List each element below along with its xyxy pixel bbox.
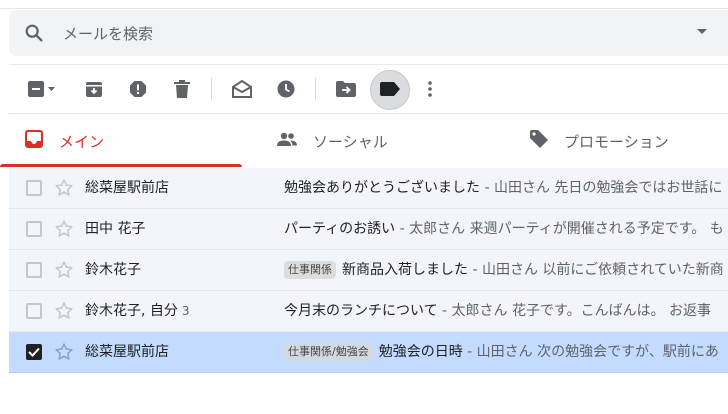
toolbar [0, 66, 728, 112]
snooze-icon [277, 80, 295, 98]
email-preview: 今月末のランチについて - 太郎さん 花子です。こんばんは。 お返事 [284, 303, 712, 319]
email-row-selected[interactable]: 総菜屋駅前店 仕事関係/勉強会 勉強会の日時 - 山田さん 次の勉強会ですが、駅前… [9, 332, 728, 373]
snippet: 山田さん 次の勉強会ですが、駅前にあ [476, 344, 719, 360]
email-preview: パーティのお誘い - 太郎さん 来週パーティが開催される予定です。 も [284, 221, 724, 237]
sender: 鈴木花子, 自分 3 [85, 303, 190, 319]
email-preview: 勉強会ありがとうございました - 山田さん 先日の勉強会ではお世話に [284, 180, 723, 196]
snippet: 太郎さん 来週パーティが開催される予定です。 も [409, 221, 724, 237]
snippet: 山田さん 以前にご依頼されていた新商 [481, 262, 724, 278]
report-spam-button[interactable] [124, 66, 152, 112]
mark-read-icon [232, 80, 252, 98]
toolbar-divider [211, 78, 212, 100]
people-icon [277, 132, 297, 150]
subject: 今月末のランチについて [284, 303, 438, 319]
row-checkbox[interactable] [26, 303, 42, 319]
thread-count: 3 [181, 304, 190, 318]
star-icon[interactable] [54, 301, 74, 321]
toolbar-divider [315, 78, 316, 100]
active-tab-indicator [0, 164, 242, 167]
subject: パーティのお誘い [284, 221, 396, 237]
delete-button[interactable] [168, 66, 196, 112]
sender: 田中 花子 [85, 221, 146, 237]
tab-label: ソーシャル [313, 132, 388, 151]
email-row[interactable]: 鈴木花子 仕事関係 新商品入荷しました - 山田さん 以前にご依頼されていた新商 [9, 250, 728, 291]
email-row[interactable]: 田中 花子 パーティのお誘い - 太郎さん 来週パーティが開催される予定です。 … [9, 209, 728, 250]
star-icon[interactable] [54, 342, 74, 362]
snippet: 山田さん 先日の勉強会ではお世話に [493, 180, 723, 196]
label-button[interactable] [376, 66, 404, 112]
search-bar [9, 10, 728, 58]
tab-promotions[interactable]: プロモーション [530, 114, 669, 168]
select-checkbox-icon [26, 80, 56, 98]
row-checkbox-checked[interactable] [26, 344, 42, 360]
more-vert-icon [428, 81, 432, 97]
row-checkbox[interactable] [26, 262, 42, 278]
email-preview: 仕事関係 新商品入荷しました - 山田さん 以前にご依頼されていた新商 [284, 250, 728, 290]
divider [9, 64, 728, 65]
inbox-icon [25, 130, 43, 152]
tab-label: メイン [59, 132, 105, 151]
sender: 総菜屋駅前店 [85, 180, 169, 196]
archive-icon [85, 80, 103, 98]
email-row[interactable]: 鈴木花子, 自分 3 今月末のランチについて - 太郎さん 花子です。こんばんは。… [9, 291, 728, 332]
select-all-button[interactable] [22, 66, 60, 112]
tag-icon [530, 130, 548, 152]
tab-label: プロモーション [564, 132, 669, 151]
star-icon[interactable] [54, 219, 74, 239]
sender: 鈴木花子 [85, 262, 141, 278]
delete-icon [174, 80, 190, 98]
subject: 勉強会の日時 [378, 344, 463, 360]
star-icon[interactable] [54, 178, 74, 198]
archive-button[interactable] [80, 66, 108, 112]
subject: 勉強会ありがとうございました [284, 180, 480, 196]
label-icon [380, 82, 400, 96]
move-to-button[interactable] [332, 66, 360, 112]
row-checkbox[interactable] [26, 180, 42, 196]
search-input[interactable] [61, 10, 665, 58]
email-preview: 仕事関係/勉強会 勉強会の日時 - 山田さん 次の勉強会ですが、駅前にあ [284, 332, 728, 372]
label-badge: 仕事関係/勉強会 [284, 343, 373, 361]
snooze-button[interactable] [272, 66, 300, 112]
row-checkbox[interactable] [26, 221, 42, 237]
search-icon[interactable] [23, 22, 45, 44]
more-options-button[interactable] [420, 66, 440, 112]
label-badge: 仕事関係 [284, 261, 336, 279]
tab-main[interactable]: メイン [25, 114, 104, 168]
sender: 総菜屋駅前店 [85, 344, 169, 360]
top-border [0, 0, 728, 9]
tab-social[interactable]: ソーシャル [277, 114, 388, 168]
subject: 新商品入荷しました [342, 262, 468, 278]
move-to-icon [336, 81, 356, 97]
mark-as-read-button[interactable] [228, 66, 256, 112]
report-spam-icon [129, 80, 147, 98]
category-tabs: メイン ソーシャル プロモーション [9, 114, 728, 168]
email-list: 総菜屋駅前店 勉強会ありがとうございました - 山田さん 先日の勉強会ではお世話… [9, 168, 728, 373]
email-row[interactable]: 総菜屋駅前店 勉強会ありがとうございました - 山田さん 先日の勉強会ではお世話… [9, 168, 728, 209]
snippet: 太郎さん 花子です。こんばんは。 お返事 [451, 303, 712, 319]
star-icon[interactable] [54, 260, 74, 280]
search-options-dropdown-icon[interactable] [697, 29, 707, 34]
